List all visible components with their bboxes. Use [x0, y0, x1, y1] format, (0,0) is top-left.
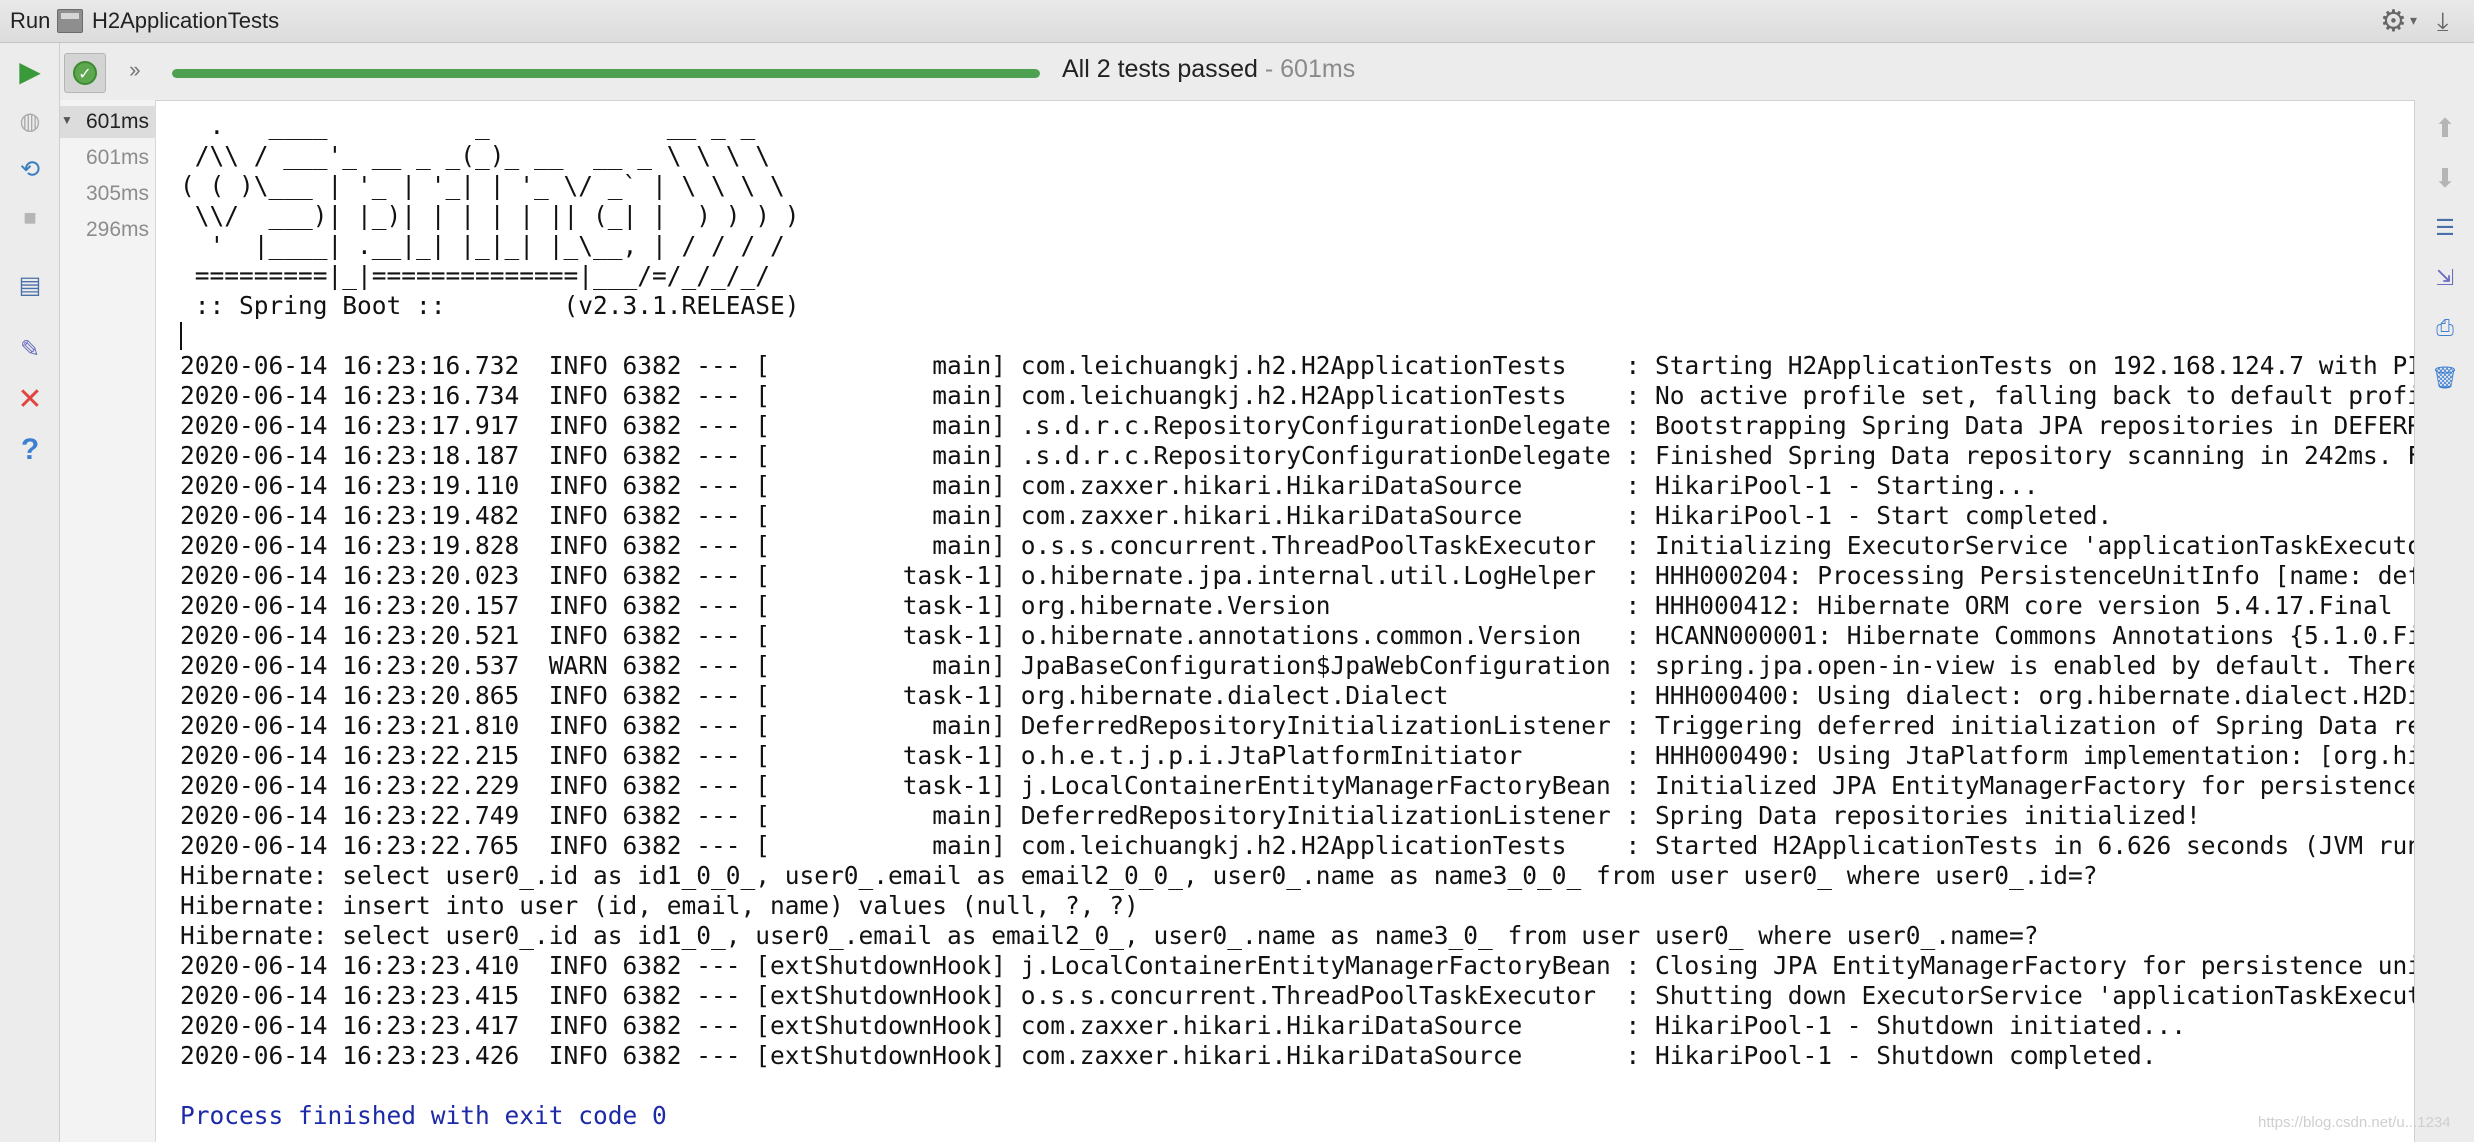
test-status-summary: All 2 tests passed - 601ms: [1062, 55, 1355, 84]
run-configuration-name[interactable]: H2ApplicationTests: [92, 8, 279, 34]
more-actions-icon[interactable]: ››: [129, 57, 141, 83]
log-line: 2020-06-14 16:23:22.749 INFO 6382 --- [ …: [180, 801, 2201, 830]
log-line: 2020-06-14 16:23:16.732 INFO 6382 --- [ …: [180, 351, 2414, 380]
print-icon[interactable]: ⎙: [2429, 312, 2461, 344]
test-tree-row[interactable]: 305ms: [59, 182, 149, 206]
log-line: 2020-06-14 16:23:23.410 INFO 6382 --- [e…: [180, 951, 2414, 980]
test-tree-row-root[interactable]: ▼ 601ms: [59, 110, 149, 134]
test-duration: 601ms: [85, 146, 149, 169]
rerun-icon[interactable]: ▶: [13, 55, 47, 89]
log-line: 2020-06-14 16:23:20.865 INFO 6382 --- [ …: [180, 681, 2414, 710]
show-passed-button[interactable]: ✓: [64, 53, 106, 93]
log-line: 2020-06-14 16:23:20.521 INFO 6382 --- [ …: [180, 621, 2414, 650]
test-tree-row[interactable]: 601ms: [59, 146, 149, 170]
banner-line: /\\ / ___'_ __ _ _(_)_ __ __ _ \ \ \ \: [194, 141, 771, 170]
status-duration: 601ms: [1280, 55, 1356, 83]
exit-message: Process finished with exit code 0: [180, 1101, 667, 1130]
arrow-down-icon[interactable]: ⬇: [2429, 162, 2461, 194]
test-duration: 296ms: [85, 218, 149, 241]
toggle-auto-test-icon[interactable]: ⟲: [13, 153, 47, 187]
log-line: 2020-06-14 16:23:19.828 INFO 6382 --- [ …: [180, 531, 2414, 560]
status-summary-text: All 2 tests passed: [1062, 55, 1258, 83]
spring-boot-banner: . ____ _ __ _ _ /\\ / ___'_ __ _ _(_)_ _…: [180, 111, 800, 320]
log-line: Hibernate: select user0_.id as id1_0_, u…: [180, 921, 2039, 950]
left-toolbar: ▶ ◍ ⟲ ■ ▤ ✎ ✕ ?: [0, 43, 60, 1142]
minimize-icon[interactable]: ⤓: [2437, 6, 2449, 38]
log-line: Hibernate: insert into user (id, email, …: [180, 891, 1139, 920]
test-status-bar: ✓ ›› All 2 tests passed - 601ms: [60, 43, 2474, 100]
chevron-down-icon[interactable]: ▾: [2410, 12, 2417, 29]
gear-icon[interactable]: ⚙: [2380, 4, 2407, 39]
log-line: 2020-06-14 16:23:19.482 INFO 6382 --- [ …: [180, 501, 2113, 530]
close-icon[interactable]: ✕: [13, 383, 47, 417]
text-cursor: [180, 322, 182, 350]
banner-line: ' |____| .__|_| |_|_| |_\__, | / / / /: [209, 231, 785, 260]
trash-icon[interactable]: 🗑: [2429, 362, 2461, 394]
log-line: 2020-06-14 16:23:17.917 INFO 6382 --- [ …: [180, 411, 2414, 440]
right-toolbar: ⬆ ⬇ ☰ ⇲ ⎙ 🗑: [2414, 100, 2474, 1142]
log-line: 2020-06-14 16:23:19.110 INFO 6382 --- [ …: [180, 471, 2039, 500]
rerun-failed-icon[interactable]: ◍: [13, 105, 47, 139]
title-bar: Run H2ApplicationTests ⚙ ▾ ⤓: [0, 0, 2474, 43]
test-duration: 601ms: [85, 110, 149, 133]
log-line: Hibernate: select user0_.id as id1_0_0_,…: [180, 861, 2098, 890]
layout-icon[interactable]: ▤: [13, 269, 47, 303]
log-line: 2020-06-14 16:23:22.215 INFO 6382 --- [ …: [180, 741, 2414, 770]
expand-triangle-icon[interactable]: ▼: [61, 113, 73, 127]
soft-wrap-icon[interactable]: ☰: [2429, 212, 2461, 244]
stop-icon[interactable]: ■: [13, 201, 47, 235]
run-configuration-icon: [57, 9, 83, 33]
test-duration: 305ms: [85, 182, 149, 205]
console-output[interactable]: . ____ _ __ _ _ /\\ / ___'_ __ _ _(_)_ _…: [156, 100, 2414, 1142]
banner-line: =========|_|==============|___/=/_/_/_/: [194, 261, 771, 290]
help-icon[interactable]: ?: [13, 433, 47, 467]
check-icon: ✓: [73, 61, 97, 85]
log-line: 2020-06-14 16:23:23.417 INFO 6382 --- [e…: [180, 1011, 2187, 1040]
log-line: 2020-06-14 16:23:16.734 INFO 6382 --- [ …: [180, 381, 2414, 410]
pin-icon[interactable]: ✎: [13, 333, 47, 367]
log-line: 2020-06-14 16:23:22.765 INFO 6382 --- [ …: [180, 831, 2414, 860]
watermark: https://blog.csdn.net/u...1234: [2258, 1114, 2451, 1131]
test-progress-bar: [172, 69, 1040, 78]
log-line: 2020-06-14 16:23:20.023 INFO 6382 --- [ …: [180, 561, 2414, 590]
run-label: Run: [10, 8, 51, 33]
arrow-up-icon[interactable]: ⬆: [2429, 112, 2461, 144]
log-lines: 2020-06-14 16:23:16.732 INFO 6382 --- [ …: [180, 351, 2414, 1070]
log-line: 2020-06-14 16:23:18.187 INFO 6382 --- [ …: [180, 441, 2414, 470]
log-line: 2020-06-14 16:23:21.810 INFO 6382 --- [ …: [180, 711, 2414, 740]
banner-line: \\/ ___)| |_)| | | | | || (_| | ) ) ) ): [194, 201, 800, 230]
scroll-to-end-icon[interactable]: ⇲: [2429, 262, 2461, 294]
test-tree-row[interactable]: 296ms: [59, 218, 149, 242]
log-line: 2020-06-14 16:23:20.537 WARN 6382 --- [ …: [180, 651, 2414, 680]
banner-line: ( ( )\___ | '_ | '_| | '_ \/ _` | \ \ \ …: [180, 171, 785, 200]
test-tree: ▼ 601ms 601ms 305ms 296ms: [60, 100, 156, 1142]
log-line: 2020-06-14 16:23:23.415 INFO 6382 --- [e…: [180, 981, 2414, 1010]
test-progress-fill: [172, 69, 1040, 78]
banner-line: :: Spring Boot :: (v2.3.1.RELEASE): [194, 291, 800, 320]
log-line: 2020-06-14 16:23:23.426 INFO 6382 --- [e…: [180, 1041, 2157, 1070]
log-line: 2020-06-14 16:23:20.157 INFO 6382 --- [ …: [180, 591, 2393, 620]
banner-line: . ____ _ __ _ _: [209, 111, 756, 140]
status-separator: -: [1257, 55, 1281, 83]
log-line: 2020-06-14 16:23:22.229 INFO 6382 --- [ …: [180, 771, 2414, 800]
